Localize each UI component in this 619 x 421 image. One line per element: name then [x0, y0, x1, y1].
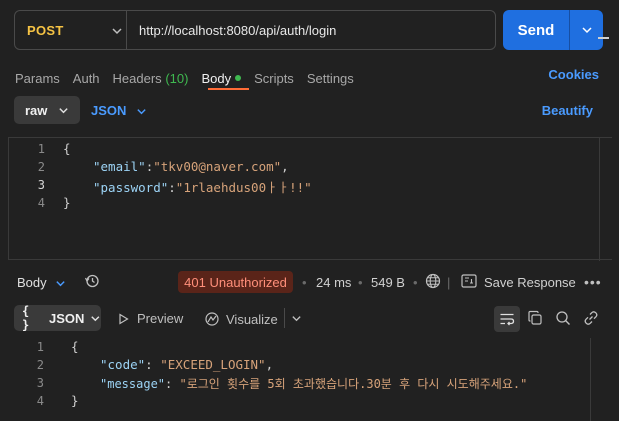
code-line-email: "email":"tkv00@naver.com",: [93, 159, 289, 174]
meta-separator: |: [447, 275, 451, 290]
chevron-down-icon: [581, 27, 592, 34]
url-bar: POST http://localhost:8080/api/auth/logi…: [14, 10, 496, 50]
json-key: "message": [100, 377, 166, 391]
response-body-viewer[interactable]: 1 2 3 4 { "code": "EXCEED_LOGIN", "messa…: [8, 338, 612, 421]
cookies-link[interactable]: Cookies: [548, 67, 599, 82]
body-mode-label: raw: [25, 102, 48, 118]
chevron-down-icon[interactable]: [291, 313, 302, 324]
tab-body[interactable]: Body: [201, 70, 242, 86]
json-value: "1rlaehdus00ㅏㅏ!!": [175, 180, 312, 195]
code-line-message: "message": "로그인 횟수를 5회 초과했습니다.30분 후 다시 시…: [100, 377, 528, 391]
meta-separator: •: [358, 275, 363, 290]
headers-count-badge: (10): [165, 70, 189, 86]
status-badge: 401 Unauthorized: [178, 271, 293, 293]
code-brace-close: }: [71, 393, 79, 408]
tab-auth[interactable]: Auth: [73, 71, 100, 86]
tab-label: Headers: [112, 70, 162, 86]
code-line-code: "code": "EXCEED_LOGIN",: [100, 357, 274, 372]
visualize-icon: [205, 312, 219, 326]
json-value: "로그인 횟수를 5회 초과했습니다.30분 후 다시 시도해주세요.": [179, 377, 528, 391]
request-body-editor[interactable]: 1 2 3 4 { "email":"tkv00@naver.com", "pa…: [8, 137, 613, 261]
search-icon[interactable]: [555, 310, 571, 326]
code-brace-open: {: [63, 141, 71, 156]
response-size: 549 B: [371, 275, 405, 290]
toolbar-divider: [284, 308, 285, 328]
code-line-password: "password":"1rlaehdus00ㅏㅏ!!": [93, 180, 312, 195]
play-icon: [119, 312, 129, 325]
url-input[interactable]: http://localhost:8080/api/auth/login: [127, 23, 336, 38]
tab-scripts[interactable]: Scripts: [254, 71, 294, 86]
send-button-group: Send: [503, 10, 603, 50]
tab-label: Body: [201, 70, 232, 86]
meta-separator: •: [413, 275, 418, 290]
line-number: 4: [37, 196, 45, 210]
chevron-down-icon: [59, 108, 68, 114]
json-key: "email": [93, 159, 146, 174]
line-number: 2: [37, 160, 45, 174]
request-tabs: Params Auth Headers (10) Body Scripts Se…: [15, 66, 367, 90]
active-tab-underline: [208, 88, 249, 90]
tab-params[interactable]: Params: [15, 71, 60, 86]
tab-label: Scripts: [254, 70, 294, 86]
body-format-select[interactable]: JSON: [91, 103, 126, 118]
code-brace-close: }: [63, 195, 71, 210]
globe-icon[interactable]: [425, 273, 441, 289]
line-number: 2: [36, 358, 44, 372]
tab-label: Settings: [306, 70, 354, 86]
copy-icon[interactable]: [527, 310, 543, 326]
tab-label: Params: [15, 70, 60, 86]
history-icon[interactable]: [84, 273, 100, 289]
visualize-button[interactable]: Visualize: [204, 311, 278, 327]
save-response-button[interactable]: Save Response: [484, 275, 576, 290]
visualize-label: Visualize: [226, 311, 278, 327]
send-options-button[interactable]: [570, 10, 603, 50]
response-scrollbar[interactable]: [590, 338, 591, 421]
json-value: "EXCEED_LOGIN": [160, 357, 266, 372]
tab-settings[interactable]: Settings: [307, 71, 354, 86]
wrap-lines-button[interactable]: [494, 306, 520, 332]
link-icon[interactable]: [583, 310, 599, 326]
code-brace-open: {: [71, 339, 79, 354]
line-number: 3: [36, 376, 44, 390]
chevron-down-icon: [137, 109, 146, 115]
line-number: 4: [36, 394, 44, 408]
editor-scrollbar[interactable]: [599, 138, 613, 261]
chevron-down-icon: [91, 315, 100, 321]
json-key: "code": [100, 357, 146, 372]
meta-separator: •: [302, 275, 307, 290]
response-time: 24 ms: [316, 275, 352, 290]
chevron-down-icon: [112, 28, 122, 35]
send-button[interactable]: Send: [503, 10, 570, 50]
method-select[interactable]: POST: [15, 11, 127, 49]
scrollbar-thumb[interactable]: [598, 37, 609, 39]
save-icon: [461, 274, 477, 288]
tab-label: Auth: [72, 70, 100, 86]
method-label: POST: [27, 22, 64, 38]
body-mode-select[interactable]: raw: [14, 96, 80, 124]
preview-button[interactable]: Preview: [118, 311, 183, 326]
preview-label: Preview: [137, 311, 184, 326]
json-key: "password": [93, 180, 169, 195]
response-view-label: JSON: [48, 310, 85, 326]
wrap-lines-icon: [500, 313, 515, 326]
beautify-button[interactable]: Beautify: [542, 103, 593, 118]
response-view-select[interactable]: { } JSON: [14, 304, 101, 332]
json-value: "tkv00@naver.com": [153, 159, 282, 174]
tab-headers[interactable]: Headers (10): [113, 71, 189, 86]
response-section-select[interactable]: Body: [17, 275, 47, 290]
line-number: 3: [37, 178, 45, 192]
line-number: 1: [37, 142, 45, 156]
line-number: 1: [36, 340, 44, 354]
body-indicator-dot: [235, 75, 242, 82]
braces-icon: { }: [22, 304, 30, 332]
more-options-icon[interactable]: •••: [584, 274, 602, 290]
chevron-down-icon: [56, 281, 65, 287]
